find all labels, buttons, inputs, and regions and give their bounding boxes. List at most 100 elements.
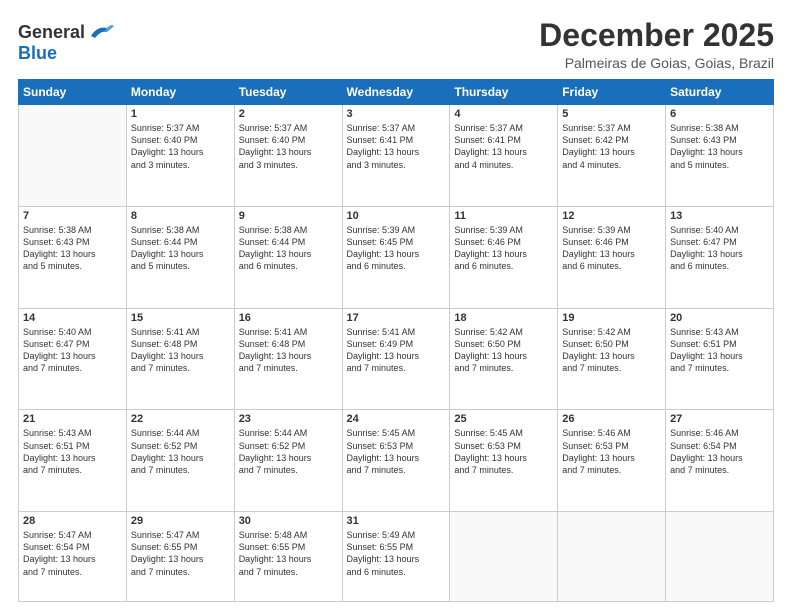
table-row: 10Sunrise: 5:39 AMSunset: 6:45 PMDayligh… [342, 206, 450, 308]
day-info: Sunrise: 5:37 AMSunset: 6:41 PMDaylight:… [454, 122, 553, 171]
day-number: 26 [562, 413, 661, 425]
table-row: 5Sunrise: 5:37 AMSunset: 6:42 PMDaylight… [558, 105, 666, 207]
day-info: Sunrise: 5:49 AMSunset: 6:55 PMDaylight:… [347, 529, 446, 578]
table-row: 30Sunrise: 5:48 AMSunset: 6:55 PMDayligh… [234, 512, 342, 602]
table-row: 22Sunrise: 5:44 AMSunset: 6:52 PMDayligh… [126, 410, 234, 512]
day-number: 16 [239, 312, 338, 324]
table-row: 15 Sunrise: 5:41 AMSunset: 6:48 PMDayligh… [126, 308, 234, 410]
day-info: Sunrise: 5:39 AMSunset: 6:46 PMDaylight:… [454, 224, 553, 273]
table-row: 16 Sunrise: 5:41 AMSunset: 6:48 PMDayligh… [234, 308, 342, 410]
calendar-header-row: Sunday Monday Tuesday Wednesday Thursday… [19, 80, 774, 105]
day-info: Sunrise: 5:38 AMSunset: 6:43 PMDaylight:… [670, 122, 769, 171]
header-sunday: Sunday [19, 80, 127, 105]
day-info: Sunrise: 5:45 AMSunset: 6:53 PMDaylight:… [347, 427, 446, 476]
day-info: Sunrise: 5:38 AMSunset: 6:44 PMDaylight:… [131, 224, 230, 273]
day-number: 12 [562, 210, 661, 222]
day-number: 17 [347, 312, 446, 324]
day-number: 11 [454, 210, 553, 222]
day-number: 3 [347, 108, 446, 120]
table-row: 14Sunrise: 5:40 AMSunset: 6:47 PMDayligh… [19, 308, 127, 410]
header-wednesday: Wednesday [342, 80, 450, 105]
table-row [666, 512, 774, 602]
header-saturday: Saturday [666, 80, 774, 105]
table-row: 8 Sunrise: 5:38 AMSunset: 6:44 PMDaylight… [126, 206, 234, 308]
table-row: 20 Sunrise: 5:43 AMSunset: 6:51 PMDayligh… [666, 308, 774, 410]
logo-text-general: General [18, 23, 85, 43]
table-row: 9Sunrise: 5:38 AMSunset: 6:44 PMDaylight… [234, 206, 342, 308]
day-number: 2 [239, 108, 338, 120]
logo: General Blue [18, 22, 115, 64]
sub-title: Palmeiras de Goias, Goias, Brazil [539, 55, 774, 71]
day-info: Sunrise: 5:37 AMSunset: 6:40 PMDaylight:… [239, 122, 338, 171]
title-block: December 2025 Palmeiras de Goias, Goias,… [539, 18, 774, 71]
table-row: 24 Sunrise: 5:45 AMSunset: 6:53 PMDayligh… [342, 410, 450, 512]
day-number: 25 [454, 413, 553, 425]
logo-bird-icon [87, 22, 115, 44]
day-info: Sunrise: 5:40 AMSunset: 6:47 PMDaylight:… [23, 326, 122, 375]
table-row: 4 Sunrise: 5:37 AMSunset: 6:41 PMDaylight… [450, 105, 558, 207]
table-row: 21Sunrise: 5:43 AMSunset: 6:51 PMDayligh… [19, 410, 127, 512]
day-info: Sunrise: 5:47 AMSunset: 6:55 PMDaylight:… [131, 529, 230, 578]
table-row: 26 Sunrise: 5:46 AMSunset: 6:53 PMDayligh… [558, 410, 666, 512]
day-number: 22 [131, 413, 230, 425]
table-row: 3 Sunrise: 5:37 AMSunset: 6:41 PMDaylight… [342, 105, 450, 207]
day-info: Sunrise: 5:41 AMSunset: 6:48 PMDaylight:… [131, 326, 230, 375]
table-row: 18 Sunrise: 5:42 AMSunset: 6:50 PMDayligh… [450, 308, 558, 410]
day-number: 4 [454, 108, 553, 120]
table-row: 13 Sunrise: 5:40 AMSunset: 6:47 PMDayligh… [666, 206, 774, 308]
day-number: 1 [131, 108, 230, 120]
calendar-table: Sunday Monday Tuesday Wednesday Thursday… [18, 79, 774, 602]
table-row [558, 512, 666, 602]
page: General Blue December 2025 Palmeiras de … [0, 0, 792, 612]
day-number: 18 [454, 312, 553, 324]
day-info: Sunrise: 5:43 AMSunset: 6:51 PMDaylight:… [670, 326, 769, 375]
day-number: 15 [131, 312, 230, 324]
day-info: Sunrise: 5:44 AMSunset: 6:52 PMDaylight:… [239, 427, 338, 476]
table-row [450, 512, 558, 602]
day-info: Sunrise: 5:38 AMSunset: 6:43 PMDaylight:… [23, 224, 122, 273]
day-info: Sunrise: 5:41 AMSunset: 6:48 PMDaylight:… [239, 326, 338, 375]
table-row: 17Sunrise: 5:41 AMSunset: 6:49 PMDayligh… [342, 308, 450, 410]
header-tuesday: Tuesday [234, 80, 342, 105]
day-info: Sunrise: 5:39 AMSunset: 6:46 PMDaylight:… [562, 224, 661, 273]
day-info: Sunrise: 5:37 AMSunset: 6:42 PMDaylight:… [562, 122, 661, 171]
day-number: 24 [347, 413, 446, 425]
table-row: 23 Sunrise: 5:44 AMSunset: 6:52 PMDayligh… [234, 410, 342, 512]
table-row: 29 Sunrise: 5:47 AMSunset: 6:55 PMDayligh… [126, 512, 234, 602]
day-info: Sunrise: 5:39 AMSunset: 6:45 PMDaylight:… [347, 224, 446, 273]
table-row: 6 Sunrise: 5:38 AMSunset: 6:43 PMDaylight… [666, 105, 774, 207]
header-thursday: Thursday [450, 80, 558, 105]
day-info: Sunrise: 5:42 AMSunset: 6:50 PMDaylight:… [562, 326, 661, 375]
day-info: Sunrise: 5:46 AMSunset: 6:54 PMDaylight:… [670, 427, 769, 476]
day-number: 29 [131, 515, 230, 527]
day-info: Sunrise: 5:46 AMSunset: 6:53 PMDaylight:… [562, 427, 661, 476]
day-info: Sunrise: 5:42 AMSunset: 6:50 PMDaylight:… [454, 326, 553, 375]
day-number: 6 [670, 108, 769, 120]
table-row: 27Sunrise: 5:46 AMSunset: 6:54 PMDayligh… [666, 410, 774, 512]
table-row: 2 Sunrise: 5:37 AMSunset: 6:40 PMDaylight… [234, 105, 342, 207]
table-row: 11 Sunrise: 5:39 AMSunset: 6:46 PMDayligh… [450, 206, 558, 308]
day-number: 20 [670, 312, 769, 324]
day-info: Sunrise: 5:45 AMSunset: 6:53 PMDaylight:… [454, 427, 553, 476]
table-row: 19 Sunrise: 5:42 AMSunset: 6:50 PMDayligh… [558, 308, 666, 410]
table-row: 28Sunrise: 5:47 AMSunset: 6:54 PMDayligh… [19, 512, 127, 602]
day-number: 13 [670, 210, 769, 222]
day-number: 9 [239, 210, 338, 222]
day-number: 21 [23, 413, 122, 425]
table-row: 25 Sunrise: 5:45 AMSunset: 6:53 PMDayligh… [450, 410, 558, 512]
day-info: Sunrise: 5:40 AMSunset: 6:47 PMDaylight:… [670, 224, 769, 273]
header: General Blue December 2025 Palmeiras de … [18, 18, 774, 71]
day-info: Sunrise: 5:37 AMSunset: 6:40 PMDaylight:… [131, 122, 230, 171]
day-info: Sunrise: 5:37 AMSunset: 6:41 PMDaylight:… [347, 122, 446, 171]
day-number: 23 [239, 413, 338, 425]
day-number: 7 [23, 210, 122, 222]
day-number: 8 [131, 210, 230, 222]
header-monday: Monday [126, 80, 234, 105]
table-row: 12 Sunrise: 5:39 AMSunset: 6:46 PMDayligh… [558, 206, 666, 308]
day-number: 19 [562, 312, 661, 324]
logo-text-blue: Blue [18, 44, 57, 64]
table-row: 1 Sunrise: 5:37 AMSunset: 6:40 PMDaylight… [126, 105, 234, 207]
header-friday: Friday [558, 80, 666, 105]
table-row: 7 Sunrise: 5:38 AMSunset: 6:43 PMDaylight… [19, 206, 127, 308]
day-info: Sunrise: 5:48 AMSunset: 6:55 PMDaylight:… [239, 529, 338, 578]
